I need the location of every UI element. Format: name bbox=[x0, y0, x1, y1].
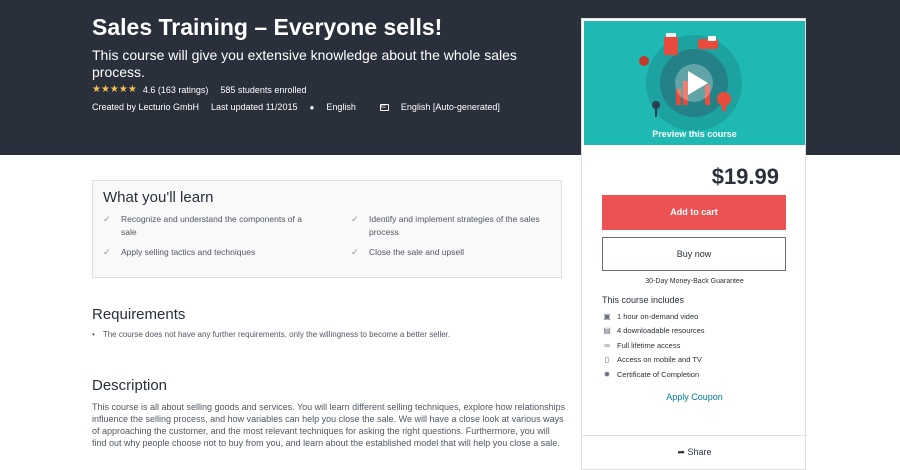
speech-bubble-icon: ● bbox=[309, 102, 315, 112]
description-text: This course is all about selling goods a… bbox=[92, 402, 566, 449]
requirement-item: • The course does not have any further re… bbox=[92, 330, 451, 339]
description-title: Description bbox=[92, 377, 168, 394]
mobile-icon: ▯ bbox=[604, 355, 610, 365]
students-enrolled: 585 students enrolled bbox=[220, 84, 307, 95]
requirements-title: Requirements bbox=[92, 306, 186, 323]
include-item: ▯ Access on mobile and TV bbox=[602, 353, 705, 368]
course-language: English bbox=[326, 102, 356, 112]
video-icon: ▣ bbox=[603, 311, 611, 321]
rating-count[interactable]: (163 ratings) bbox=[158, 85, 209, 95]
check-icon: ✓ bbox=[103, 247, 111, 257]
star-rating-icon: ★★★★★ bbox=[92, 84, 137, 95]
course-meta: Created by Lecturio GmbH Last updated 11… bbox=[92, 102, 524, 112]
last-updated: Last updated 11/2015 bbox=[211, 102, 298, 112]
preview-label[interactable]: Preview this course bbox=[584, 129, 805, 139]
rating-value: 4.6 bbox=[142, 84, 156, 95]
add-to-cart-button[interactable]: Add to cart bbox=[602, 195, 786, 230]
includes-list: ▣ 1 hour on-demand video ▤ 4 downloadable … bbox=[602, 309, 705, 382]
learn-item: ✓ Apply selling tactics and techniques bbox=[103, 247, 256, 257]
course-subtitle: This course will give you extensive know… bbox=[92, 47, 517, 80]
course-title: Sales Training – Everyone sells! bbox=[92, 14, 443, 40]
check-icon: ✓ bbox=[351, 247, 359, 257]
buy-now-button[interactable]: Buy now bbox=[602, 237, 786, 271]
file-icon: ▤ bbox=[603, 326, 611, 336]
rating-row: ★★★★★ 4.6 (163 ratings) 585 students enr… bbox=[92, 84, 306, 95]
card-divider bbox=[582, 435, 807, 436]
created-by[interactable]: Created by Lecturio GmbH bbox=[92, 102, 199, 112]
what-you-will-learn: What you'll learn ✓ Recognize and underst… bbox=[92, 180, 562, 278]
preview-illustration bbox=[584, 21, 805, 145]
learn-item: ✓ Identify and implement strategies of th… bbox=[351, 214, 540, 237]
course-captions: English [Auto-generated] bbox=[400, 102, 500, 112]
bullet-icon: • bbox=[92, 330, 95, 339]
share-icon: ➦ bbox=[677, 447, 688, 457]
include-item: ∞ Full lifetime access bbox=[602, 338, 705, 353]
include-item: ▣ 1 hour on-demand video bbox=[603, 311, 699, 321]
share-button[interactable]: ➦ Share bbox=[582, 447, 807, 458]
check-icon: ✓ bbox=[103, 214, 111, 224]
apply-coupon-link[interactable]: Apply Coupon bbox=[582, 392, 807, 402]
include-item: ✹ Certificate of Completion bbox=[603, 369, 700, 379]
certificate-icon: ✹ bbox=[603, 369, 611, 379]
learn-item: ✓ Close the sale and upsell bbox=[351, 247, 464, 257]
include-item: ▤ 4 downloadable resources bbox=[603, 326, 705, 336]
purchase-card: Preview this course $19.99 Add to cart B… bbox=[581, 18, 807, 470]
infinity-icon: ∞ bbox=[604, 340, 610, 350]
includes-title: This course includes bbox=[602, 295, 685, 305]
course-preview[interactable]: Preview this course bbox=[584, 21, 805, 145]
course-price: $19.99 bbox=[711, 164, 779, 189]
captions-icon: cc bbox=[379, 103, 389, 111]
check-icon: ✓ bbox=[351, 214, 359, 224]
learn-item: ✓ Recognize and understand the components… bbox=[103, 214, 302, 237]
learn-title: What you'll learn bbox=[103, 189, 214, 206]
money-back-guarantee: 30-Day Money-Back Guarantee bbox=[645, 278, 744, 285]
